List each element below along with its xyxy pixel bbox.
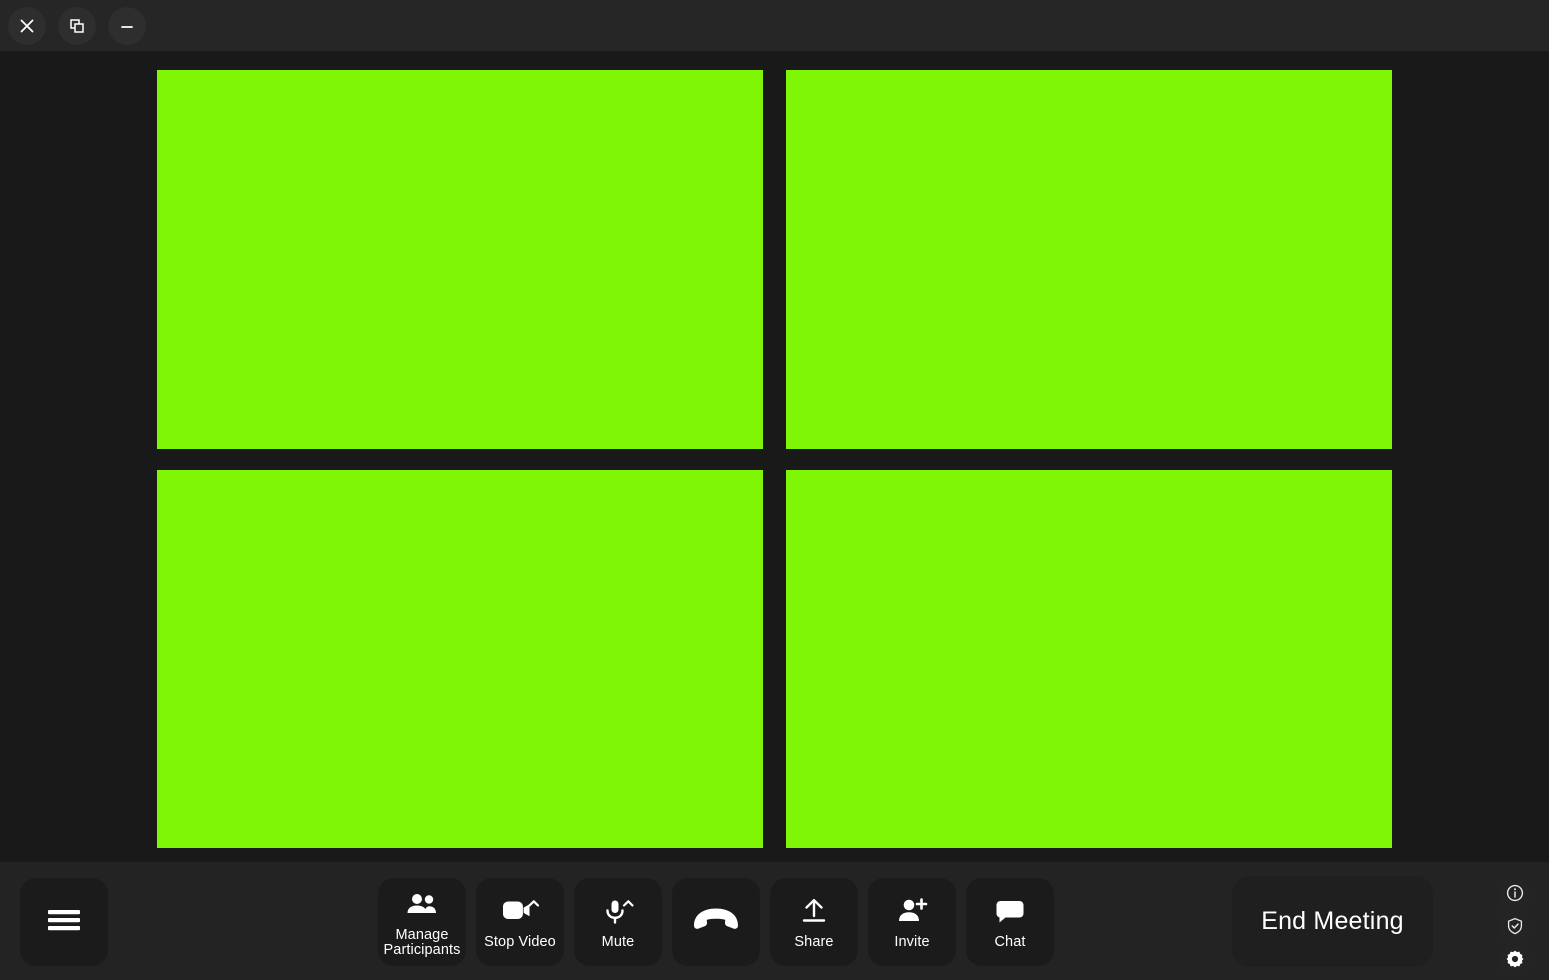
title-bar bbox=[0, 0, 1549, 51]
toolbar-button-group: Manage Participants Stop Video Mute Shar… bbox=[378, 878, 1054, 966]
video-grid bbox=[0, 51, 1549, 862]
video-tile-1[interactable] bbox=[157, 70, 763, 449]
invite-label: Invite bbox=[894, 934, 930, 951]
chevron-up-icon bbox=[622, 900, 634, 907]
share-label: Share bbox=[794, 934, 834, 951]
video-camera-icon bbox=[498, 893, 542, 931]
info-button[interactable] bbox=[1500, 880, 1530, 910]
hangup-button[interactable] bbox=[672, 878, 760, 966]
menu-button[interactable] bbox=[20, 878, 108, 966]
video-tile-4[interactable] bbox=[786, 470, 1392, 848]
stop-video-label: Stop Video bbox=[484, 934, 556, 951]
meeting-toolbar: Manage Participants Stop Video Mute Shar… bbox=[0, 862, 1549, 980]
mute-label: Mute bbox=[601, 934, 635, 951]
end-meeting-label: End Meeting bbox=[1261, 907, 1404, 935]
restore-window-icon bbox=[68, 17, 86, 35]
end-meeting-button[interactable]: End Meeting bbox=[1232, 876, 1433, 967]
chevron-up-icon bbox=[528, 900, 540, 907]
microphone-icon bbox=[598, 893, 638, 931]
chat-button[interactable]: Chat bbox=[966, 878, 1054, 966]
stop-video-button[interactable]: Stop Video bbox=[476, 878, 564, 966]
person-add-icon bbox=[894, 893, 930, 931]
video-tile-2[interactable] bbox=[786, 70, 1392, 449]
chat-label: Chat bbox=[994, 934, 1026, 951]
video-tile-3[interactable] bbox=[157, 470, 763, 848]
meeting-window: Manage Participants Stop Video Mute Shar… bbox=[0, 0, 1549, 980]
shield-check-icon bbox=[1505, 916, 1525, 941]
phone-hangup-icon bbox=[688, 902, 744, 938]
utility-icon-stack bbox=[1500, 880, 1530, 976]
chat-bubble-icon bbox=[992, 893, 1028, 931]
close-icon bbox=[18, 17, 36, 35]
close-button[interactable] bbox=[8, 6, 46, 45]
security-button[interactable] bbox=[1500, 913, 1530, 943]
mute-button[interactable]: Mute bbox=[574, 878, 662, 966]
share-button[interactable]: Share bbox=[770, 878, 858, 966]
info-circle-icon bbox=[1505, 883, 1525, 908]
minimize-icon bbox=[118, 17, 136, 35]
people-icon bbox=[405, 886, 439, 924]
invite-button[interactable]: Invite bbox=[868, 878, 956, 966]
share-upload-icon bbox=[797, 893, 831, 931]
manage-participants-button[interactable]: Manage Participants bbox=[378, 878, 466, 966]
manage-participants-label: Manage Participants bbox=[383, 926, 461, 958]
minimize-button[interactable] bbox=[108, 6, 146, 45]
hamburger-menu-icon bbox=[44, 905, 84, 940]
gear-icon bbox=[1505, 949, 1525, 974]
restore-button[interactable] bbox=[58, 6, 96, 45]
settings-button[interactable] bbox=[1500, 946, 1530, 976]
